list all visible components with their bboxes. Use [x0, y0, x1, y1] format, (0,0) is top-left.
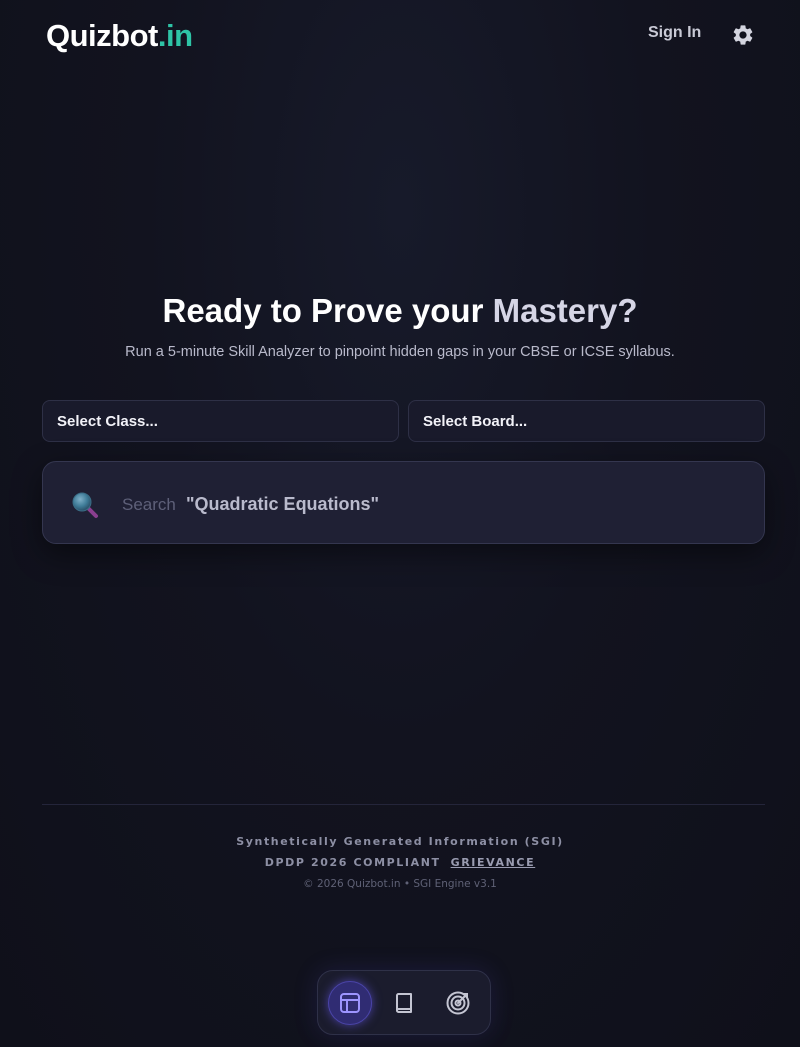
nav-dashboard-button[interactable]: [328, 981, 372, 1025]
hero-title-accent: Mastery?: [492, 292, 638, 329]
select-class-label: Select Class...: [57, 412, 158, 430]
hero-title-main: Ready to Prove your: [162, 292, 493, 329]
quizbot-logo[interactable]: Quizbot.in: [46, 18, 193, 54]
bottom-nav: [317, 970, 491, 1035]
select-class-dropdown[interactable]: Select Class...: [42, 400, 399, 442]
hero-title: Ready to Prove your Mastery?: [0, 292, 800, 330]
footer-divider: [42, 804, 765, 805]
select-board-label: Select Board...: [423, 412, 528, 430]
book-icon: [396, 993, 412, 1013]
gear-icon[interactable]: [731, 23, 755, 47]
footer-copyright: © 2026 Quizbot.in • SGI Engine v3.1: [303, 878, 497, 890]
search-example-text: "Quadratic Equations": [186, 494, 380, 514]
sign-in-link[interactable]: Sign In: [648, 24, 701, 42]
footer-dpdp-label: DPDP 2026 COMPLIANT: [264, 856, 441, 869]
footer-compliance: DPDP 2026 COMPLIANT GRIEVANCE: [0, 856, 800, 869]
search-placeholder: Search: [122, 495, 176, 514]
search-bar[interactable]: Search "Quadratic Equations": [42, 461, 765, 544]
footer-sgi-notice: Synthetically Generated Information (SGI…: [236, 835, 564, 848]
nav-target-button[interactable]: [436, 981, 480, 1025]
select-board-dropdown[interactable]: Select Board...: [408, 400, 765, 442]
search-icon: [72, 492, 98, 518]
grievance-link[interactable]: GRIEVANCE: [451, 856, 536, 869]
top-header: Quizbot.in Sign In: [0, 0, 800, 72]
target-icon: [446, 991, 470, 1015]
hero-subtitle: Run a 5-minute Skill Analyzer to pinpoin…: [125, 344, 675, 360]
logo-main: Quizbot: [46, 18, 158, 53]
nav-library-button[interactable]: [382, 981, 426, 1025]
dashboard-icon: [340, 993, 360, 1013]
logo-suffix: .in: [157, 18, 193, 53]
